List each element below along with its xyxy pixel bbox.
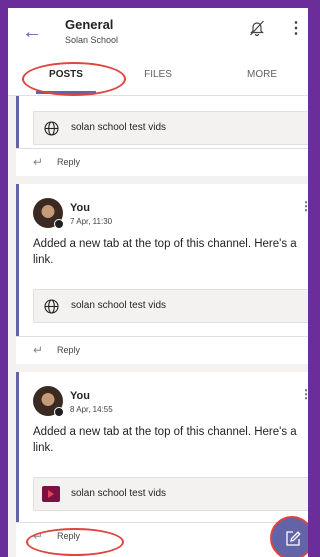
channel-title: General bbox=[65, 17, 114, 32]
link-card[interactable]: solan school test vids bbox=[33, 477, 308, 511]
reply-arrow-icon: ↵ bbox=[33, 155, 44, 169]
post-accent-bar bbox=[16, 96, 19, 148]
link-card[interactable]: solan school test vids bbox=[33, 289, 308, 323]
post-accent-bar bbox=[16, 184, 19, 336]
post-message: Added a new tab at the top of this chann… bbox=[33, 426, 297, 454]
avatar[interactable] bbox=[33, 386, 64, 417]
post-card: solan school test vids ↵ Reply bbox=[16, 96, 308, 176]
reply-highlight bbox=[26, 528, 124, 556]
presence-badge bbox=[54, 407, 64, 417]
post-message: Added a new tab at the top of this chann… bbox=[33, 238, 297, 266]
post-accent-bar bbox=[16, 372, 19, 522]
post-more-icon[interactable]: ⋮ bbox=[300, 200, 308, 212]
teams-channel-screen: ← General Solan School ⋮ POSTS FILES MOR… bbox=[8, 8, 308, 557]
globe-icon bbox=[44, 121, 59, 141]
team-name: Solan School bbox=[65, 35, 119, 45]
tab-files[interactable]: FILES bbox=[138, 69, 178, 80]
tab-more[interactable]: MORE bbox=[240, 69, 284, 80]
more-options-icon[interactable]: ⋮ bbox=[288, 21, 304, 37]
globe-icon bbox=[44, 299, 59, 319]
post-author: You bbox=[70, 202, 90, 214]
reply-button[interactable]: ↵ Reply bbox=[16, 148, 308, 177]
reply-button[interactable]: ↵ Reply bbox=[16, 336, 308, 365]
avatar[interactable] bbox=[33, 198, 64, 229]
channel-header: ← General Solan School ⋮ bbox=[8, 8, 308, 55]
reply-label: Reply bbox=[57, 157, 81, 167]
reply-label: Reply bbox=[57, 345, 81, 355]
link-card[interactable]: solan school test vids bbox=[33, 111, 308, 145]
new-post-button[interactable] bbox=[270, 516, 308, 557]
post-card: You 7 Apr, 11:30 ⋮ Added a new tab at th… bbox=[16, 184, 308, 364]
link-title: solan school test vids bbox=[71, 300, 167, 311]
muted-bell-icon[interactable] bbox=[248, 19, 266, 42]
post-author: You bbox=[70, 390, 90, 402]
post-timestamp: 7 Apr, 11:30 bbox=[70, 217, 113, 226]
compose-icon bbox=[286, 531, 301, 546]
back-arrow-icon[interactable]: ← bbox=[22, 22, 42, 42]
link-title: solan school test vids bbox=[71, 122, 167, 133]
posts-tab-highlight bbox=[22, 62, 126, 96]
video-thumbnail-icon bbox=[42, 486, 60, 502]
presence-badge bbox=[54, 219, 64, 229]
post-timestamp: 8 Apr, 14:55 bbox=[70, 405, 113, 414]
link-title: solan school test vids bbox=[71, 488, 167, 499]
post-more-icon[interactable]: ⋮ bbox=[300, 388, 308, 400]
reply-arrow-icon: ↵ bbox=[33, 343, 44, 357]
